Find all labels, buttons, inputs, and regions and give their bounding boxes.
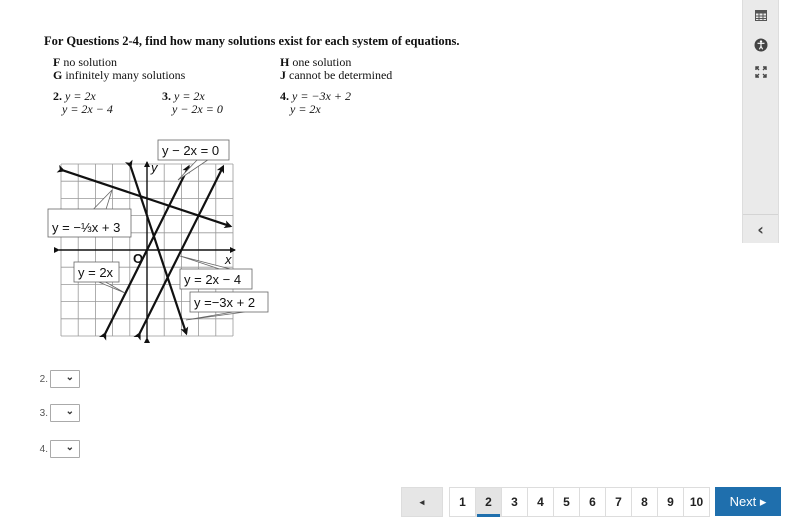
callout-pointer xyxy=(98,281,126,294)
chevron-down-icon: ⌄ xyxy=(65,406,74,417)
answer-label: 3. xyxy=(39,407,48,419)
callout-text: y = 2x − 4 xyxy=(184,272,241,287)
chevron-down-icon: ⌄ xyxy=(65,442,74,453)
tool-sidebar: ‹ xyxy=(742,0,779,243)
page-4-button[interactable]: 4 xyxy=(528,487,554,517)
callout-pointer xyxy=(92,189,113,210)
answer-row-3: 3. ⌄ xyxy=(34,404,80,422)
calculator-icon[interactable] xyxy=(743,10,778,24)
fullscreen-icon[interactable] xyxy=(743,66,778,81)
answer-row-4: 4. ⌄ xyxy=(34,440,80,458)
label-neg-third-x-plus-3: y = −⅓x + 3 xyxy=(47,189,132,238)
sidebar-divider xyxy=(743,214,778,215)
page-5-button[interactable]: 5 xyxy=(554,487,580,517)
coordinate-graph: xyO y − 2x = 0y = −⅓x + 3y = 2x y = 2x − … xyxy=(47,139,269,343)
pagination: ◂ 1 2 3 4 5 6 7 8 9 10 Next ▸ xyxy=(401,487,781,517)
page-1-button[interactable]: 1 xyxy=(449,487,476,517)
answer-label: 2. xyxy=(39,373,48,385)
answer-label: 4. xyxy=(39,443,48,455)
next-button[interactable]: Next ▸ xyxy=(715,487,781,516)
page-9-button[interactable]: 9 xyxy=(658,487,684,517)
callout-text: y − 2x = 0 xyxy=(162,143,219,158)
page-3-button[interactable]: 3 xyxy=(502,487,528,517)
callout-text: y =−3x + 2 xyxy=(194,295,255,310)
page-7-button[interactable]: 7 xyxy=(606,487,632,517)
answer-select-3[interactable]: ⌄ xyxy=(50,404,80,422)
label-2x: y = 2x xyxy=(73,261,126,294)
callout-pointer xyxy=(177,159,210,181)
x-axis-label: x xyxy=(224,252,232,267)
accessibility-icon[interactable] xyxy=(743,38,778,55)
answer-row-2: 2. ⌄ xyxy=(34,370,80,388)
page-6-button[interactable]: 6 xyxy=(580,487,606,517)
y-axis-label: y xyxy=(150,160,159,175)
callout-text: y = 2x xyxy=(78,265,114,280)
page-8-button[interactable]: 8 xyxy=(632,487,658,517)
page-2-button[interactable]: 2 xyxy=(476,487,502,517)
answer-select-4[interactable]: ⌄ xyxy=(50,440,80,458)
collapse-sidebar-icon[interactable]: ‹ xyxy=(743,220,778,239)
chevron-down-icon: ⌄ xyxy=(65,372,74,383)
prev-page-button[interactable]: ◂ xyxy=(401,487,443,517)
answer-select-2[interactable]: ⌄ xyxy=(50,370,80,388)
callout-text: y = −⅓x + 3 xyxy=(52,220,120,235)
page-10-button[interactable]: 10 xyxy=(684,487,710,517)
